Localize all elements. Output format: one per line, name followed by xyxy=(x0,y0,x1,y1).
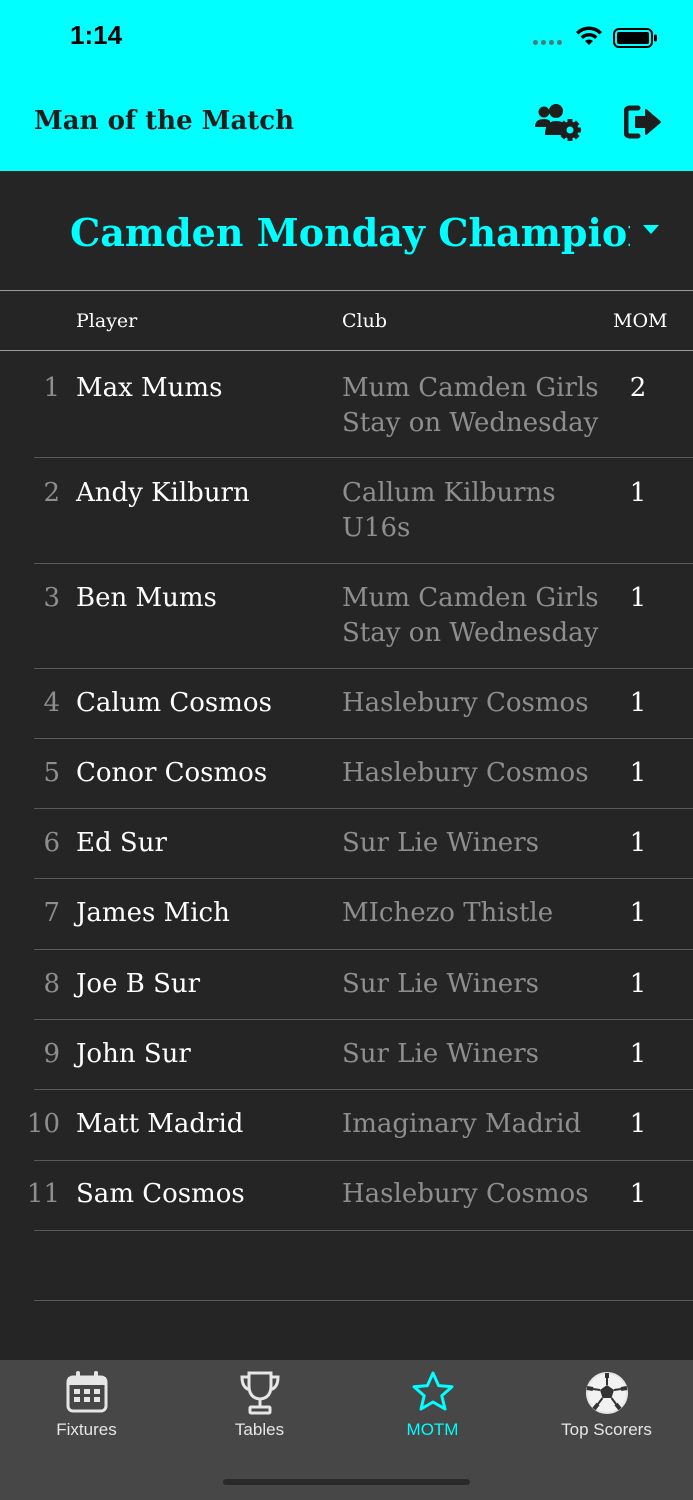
row-club: Haslebury Cosmos xyxy=(342,758,589,788)
row-rank: 10 xyxy=(26,1109,60,1139)
row-rank: 4 xyxy=(43,688,60,718)
row-club: Sur Lie Winers xyxy=(342,969,539,999)
battery-icon xyxy=(613,28,657,48)
soccer-ball-icon xyxy=(585,1372,628,1414)
tab-motm[interactable]: MOTM xyxy=(346,1360,519,1460)
row-club: Mum Camden Girls Stay on Wednesday xyxy=(342,373,599,438)
row-rank: 6 xyxy=(43,828,60,858)
tab-label: MOTM xyxy=(406,1420,459,1439)
row-player: Joe B Sur xyxy=(76,969,201,999)
row-player: Matt Madrid xyxy=(76,1109,244,1139)
trophy-icon xyxy=(239,1371,280,1415)
home-indicator xyxy=(223,1479,470,1485)
row-divider xyxy=(34,1019,693,1020)
row-divider xyxy=(34,1089,693,1090)
row-player: James Mich xyxy=(76,898,230,928)
row-player: Max Mums xyxy=(76,373,223,403)
row-mom: 1 xyxy=(629,898,647,928)
row-club: Sur Lie Winers xyxy=(342,1039,539,1069)
row-club: Mum Camden Girls Stay on Wednesday xyxy=(342,583,599,648)
row-rank: 5 xyxy=(43,758,60,788)
row-mom: 1 xyxy=(629,1179,647,1209)
row-club: MIchezo Thistle xyxy=(342,898,554,928)
page-title: Man of the Match xyxy=(34,106,295,136)
row-player: Sam Cosmos xyxy=(76,1179,245,1209)
row-mom: 1 xyxy=(629,478,647,508)
row-mom: 1 xyxy=(629,828,647,858)
row-divider xyxy=(34,563,693,564)
row-club: Haslebury Cosmos xyxy=(342,688,589,718)
row-divider xyxy=(34,1160,693,1161)
row-player: Calum Cosmos xyxy=(76,688,272,718)
row-player: Andy Kilburn xyxy=(76,478,250,508)
row-player: Conor Cosmos xyxy=(76,758,268,788)
tab-label: Fixtures xyxy=(56,1420,117,1439)
row-divider xyxy=(34,1230,693,1231)
column-header-mom: MOM xyxy=(613,310,668,332)
row-mom: 1 xyxy=(629,758,647,788)
row-mom: 1 xyxy=(629,1039,647,1069)
tab-label: Top Scorers xyxy=(561,1420,652,1439)
row-club: Imaginary Madrid xyxy=(342,1109,582,1139)
row-divider xyxy=(34,1300,693,1301)
row-club: Callum Kilburns U16s xyxy=(342,478,556,543)
row-player: Ben Mums xyxy=(76,583,217,613)
table-header: Player Club MOM xyxy=(0,290,693,351)
calendar-icon xyxy=(66,1371,107,1413)
row-divider xyxy=(34,808,693,809)
row-mom: 1 xyxy=(629,688,647,718)
row-mom: 1 xyxy=(629,583,647,613)
row-rank: 11 xyxy=(26,1179,60,1209)
wifi-icon xyxy=(576,26,602,45)
row-divider xyxy=(34,668,693,669)
tab-top-scorers[interactable]: Top Scorers xyxy=(520,1360,693,1460)
row-rank: 2 xyxy=(43,478,60,508)
tab-fixtures[interactable]: Fixtures xyxy=(0,1360,173,1460)
sign-out-icon[interactable] xyxy=(624,103,662,141)
row-divider xyxy=(34,457,693,458)
row-divider xyxy=(34,878,693,879)
row-player: John Sur xyxy=(76,1039,191,1069)
row-mom: 2 xyxy=(629,373,647,403)
app-header: 1:14 Man of the Match xyxy=(0,0,693,171)
row-club: Sur Lie Winers xyxy=(342,828,539,858)
users-gear-icon[interactable] xyxy=(534,103,582,141)
row-club: Haslebury Cosmos xyxy=(342,1179,589,1209)
tab-tables[interactable]: Tables xyxy=(173,1360,346,1460)
caret-down-icon[interactable] xyxy=(642,224,660,235)
row-rank: 8 xyxy=(43,969,60,999)
column-header-player: Player xyxy=(76,310,138,332)
row-rank: 9 xyxy=(43,1039,60,1069)
row-mom: 1 xyxy=(629,969,647,999)
tab-label: Tables xyxy=(234,1420,285,1439)
row-player: Ed Sur xyxy=(76,828,167,858)
star-icon xyxy=(412,1371,453,1411)
row-mom: 1 xyxy=(629,1109,647,1139)
column-header-club: Club xyxy=(342,310,388,332)
row-rank: 1 xyxy=(43,373,60,403)
row-rank: 7 xyxy=(43,898,60,928)
row-rank: 3 xyxy=(43,583,60,613)
status-time: 1:14 xyxy=(70,20,123,50)
league-name[interactable]: Camden Monday Champions... xyxy=(70,210,630,255)
row-divider xyxy=(34,738,693,739)
row-divider xyxy=(34,949,693,950)
cellular-signal-icon xyxy=(533,40,562,45)
